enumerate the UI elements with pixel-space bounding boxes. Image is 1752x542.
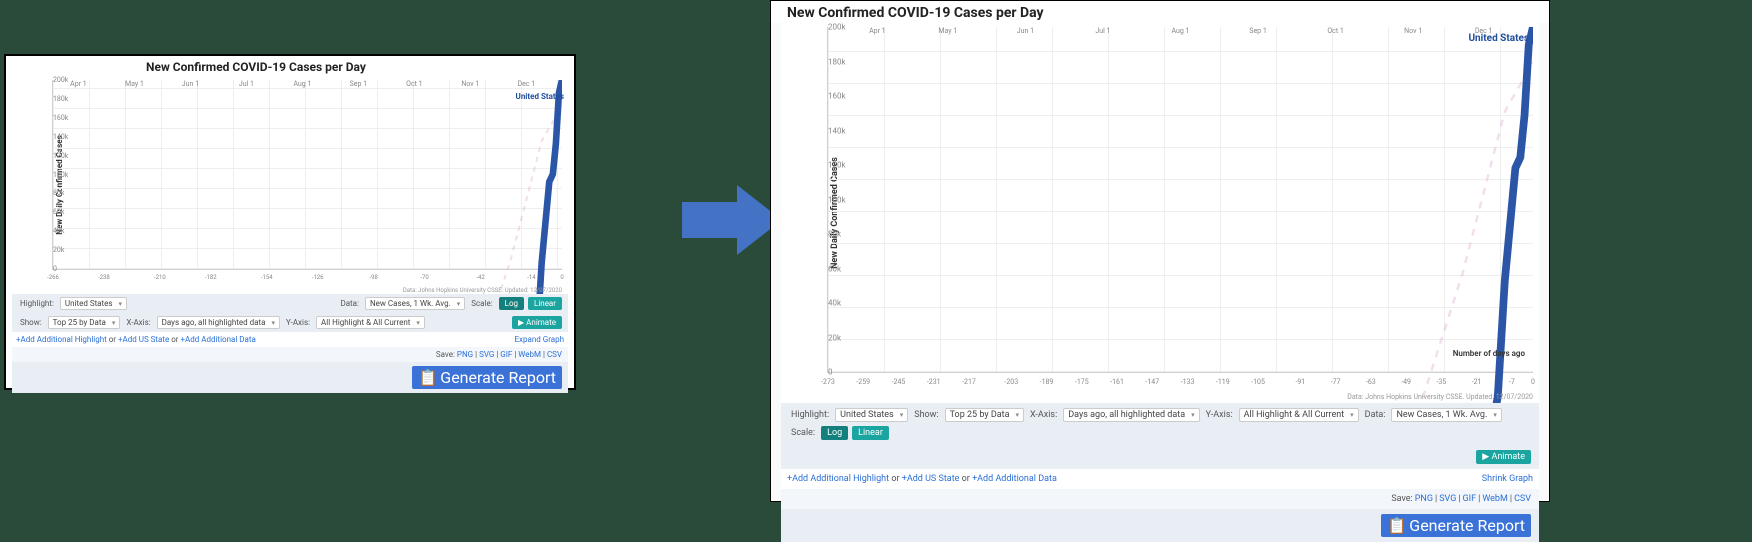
data-label-txt: Data: [338, 297, 361, 310]
generate-report-button[interactable]: 📋 Generate Report [412, 366, 562, 389]
highlight-label: United States [516, 92, 564, 101]
controls-row-expanded: Highlight: United States Show: Top 25 by… [781, 403, 1539, 445]
controls-row-expanded-2: ▶ Animate [781, 445, 1539, 469]
scale-linear-button[interactable]: Linear [528, 297, 562, 310]
save-gif[interactable]: GIF [1463, 494, 1477, 504]
save-row: Save: PNG | SVG | GIF | WebM | CSV [781, 489, 1539, 509]
data-credit: Data: Johns Hopkins University CSSE. Upd… [403, 287, 562, 294]
generate-report-button[interactable]: 📋 Generate Report [1381, 514, 1531, 537]
transition-arrow [682, 180, 782, 260]
scale-log-button[interactable]: Log [821, 426, 848, 440]
small-view-panel: New Confirmed COVID-19 Cases per Day New… [4, 54, 576, 390]
controls-row-2: Show: Top 25 by Data X-Axis: Days ago, a… [12, 313, 568, 332]
save-svg[interactable]: SVG [479, 350, 494, 359]
yaxis-label-txt: Y-Axis: [284, 316, 312, 329]
report-icon: 📋 [418, 368, 438, 387]
add-state-link[interactable]: +Add US State [902, 474, 960, 484]
data-select[interactable]: New Cases, 1 Wk. Avg. [1391, 408, 1501, 422]
xaxis-select[interactable]: Days ago, all highlighted data [1063, 408, 1199, 422]
animate-button[interactable]: ▶ Animate [512, 316, 562, 329]
add-data-link[interactable]: +Add Additional Data [972, 474, 1057, 484]
scale-log-button[interactable]: Log [499, 297, 524, 310]
add-highlight-link[interactable]: +Add Additional Highlight [16, 335, 107, 344]
x-axis-label: Number of days ago [1453, 349, 1525, 358]
scale-linear-button[interactable]: Linear [852, 426, 889, 440]
chart-lines [828, 27, 1533, 403]
save-png[interactable]: PNG [1415, 494, 1433, 504]
add-highlight-link[interactable]: +Add Additional Highlight [787, 474, 889, 484]
chart-area-small: New Daily Confirmed Cases 0 20k 40k 60k … [12, 76, 568, 294]
link-row: +Add Additional Highlight or +Add US Sta… [781, 469, 1539, 489]
highlight-label-txt: Highlight: [18, 297, 56, 310]
expand-graph-link[interactable]: Expand Graph [514, 335, 564, 344]
chart-title: New Confirmed COVID-19 Cases per Day [6, 56, 574, 76]
show-select[interactable]: Top 25 by Data [48, 316, 121, 329]
save-svg[interactable]: SVG [1439, 494, 1456, 504]
save-webm[interactable]: WebM [518, 350, 541, 359]
yaxis-select[interactable]: All Highlight & All Current [1239, 408, 1359, 422]
save-gif[interactable]: GIF [500, 350, 512, 359]
scale-label-txt: Scale: [469, 297, 494, 310]
show-label-txt: Show: [18, 316, 44, 329]
animate-button[interactable]: ▶ Animate [1476, 450, 1531, 464]
expanded-view-panel: New Confirmed COVID-19 Cases per Day New… [770, 0, 1550, 502]
data-select[interactable]: New Cases, 1 Wk. Avg. [365, 297, 465, 310]
report-row: 📋 Generate Report [12, 362, 568, 393]
highlight-select[interactable]: United States [60, 297, 127, 310]
add-state-link[interactable]: +Add US State [118, 335, 169, 344]
save-webm[interactable]: WebM [1482, 494, 1508, 504]
chart-grid: 0 20k 40k 60k 80k 100k 120k 140k 160k 18… [52, 80, 562, 270]
chart-grid: 0 20k 40k 60k 80k 100k 120k 140k 160k 18… [827, 27, 1533, 373]
chart-area-large: New Daily Confirmed Cases 0 20k 40k 60k … [781, 23, 1539, 403]
xaxis-select[interactable]: Days ago, all highlighted data [157, 316, 280, 329]
save-png[interactable]: PNG [457, 350, 473, 359]
chart-lines [53, 80, 562, 294]
save-csv[interactable]: CSV [1514, 494, 1531, 504]
save-row: Save: PNG | SVG | GIF | WebM | CSV [12, 347, 568, 362]
controls-row-1: Highlight: United States Data: New Cases… [12, 294, 568, 313]
report-icon: 📋 [1387, 516, 1407, 535]
xaxis-label-txt: X-Axis: [124, 316, 152, 329]
save-csv[interactable]: CSV [547, 350, 562, 359]
highlight-label: United States [1468, 33, 1529, 44]
highlight-select[interactable]: United States [835, 408, 908, 422]
link-row: +Add Additional Highlight or +Add US Sta… [12, 332, 568, 347]
shrink-graph-link[interactable]: Shrink Graph [1482, 474, 1533, 484]
yaxis-select[interactable]: All Highlight & All Current [316, 316, 425, 329]
report-row: 📋 Generate Report [781, 509, 1539, 542]
add-data-link[interactable]: +Add Additional Data [181, 335, 256, 344]
chart-title: New Confirmed COVID-19 Cases per Day [771, 1, 1549, 23]
show-select[interactable]: Top 25 by Data [945, 408, 1024, 422]
data-credit: Data: Johns Hopkins University CSSE. Upd… [1347, 393, 1533, 401]
